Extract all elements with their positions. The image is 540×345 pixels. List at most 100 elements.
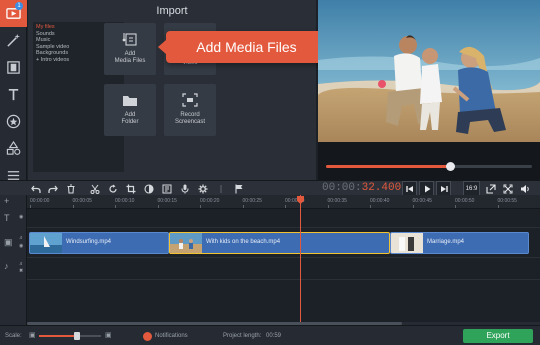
left-toolbar: 1	[0, 0, 27, 180]
music-track-lock-icon[interactable]: ✖	[19, 268, 23, 274]
fullscreen-icon	[503, 184, 512, 193]
ruler-tick-label: 00:00:25	[242, 198, 262, 204]
notifications-label: Notifications	[155, 333, 188, 339]
folder-icon	[123, 96, 137, 106]
play-button[interactable]	[419, 181, 434, 196]
notification-alert-icon	[143, 331, 152, 341]
ruler-tick	[72, 205, 74, 208]
export-button[interactable]: Export	[463, 329, 533, 343]
record-screencast-button[interactable]: Record Screencast	[164, 84, 216, 136]
timeline-track-controls: + T ◉ ▣ ♬ ◉ ♪ ♬ ✖	[0, 195, 27, 325]
color-adjust-button[interactable]	[141, 181, 156, 196]
ruler-tick	[455, 205, 456, 208]
playback-progress-knob[interactable]	[445, 162, 455, 171]
timeline-clip-beach[interactable]: With kids on the beach.mp4	[169, 232, 390, 254]
volume-icon	[520, 184, 529, 193]
preview-video	[318, 0, 540, 142]
clip-name-marriage: Marriage.mp4	[427, 239, 465, 245]
cut-button[interactable]	[87, 181, 102, 196]
ruler-tick-label: 00:00:50	[455, 198, 475, 204]
crop-icon	[126, 184, 135, 193]
settings-button[interactable]	[195, 181, 210, 196]
ruler-tick-label: 00:00:05	[72, 198, 92, 204]
callouts-tool-button[interactable]	[0, 135, 27, 162]
clip-properties-button[interactable]	[159, 181, 174, 196]
delete-button[interactable]	[63, 181, 78, 196]
ruler-tick	[157, 205, 159, 208]
titles-tool-button[interactable]	[0, 81, 27, 108]
stickers-tool-button[interactable]	[0, 108, 27, 135]
fullscreen-button[interactable]	[500, 181, 515, 196]
audio-track-divider	[27, 279, 540, 280]
ruler-tick-label: 00:00:00	[30, 198, 50, 204]
detach-player-button[interactable]	[483, 181, 498, 196]
ruler-tick	[370, 205, 371, 208]
beach-family-preview-image	[318, 0, 540, 142]
project-length-label: Project length:	[223, 333, 262, 339]
redo-icon	[47, 185, 58, 193]
cut-icon	[90, 184, 99, 194]
timeline-playhead[interactable]	[300, 195, 301, 325]
zoom-in-icon[interactable]: ▣	[105, 331, 112, 339]
skip-forward-button[interactable]	[436, 181, 451, 196]
import-title: Import	[156, 5, 188, 17]
record-audio-button[interactable]	[177, 181, 192, 196]
zoom-out-icon[interactable]: ▣	[29, 331, 36, 339]
crop-button[interactable]	[123, 181, 138, 196]
ruler-tick-label: 00:00:40	[370, 198, 390, 204]
volume-button[interactable]	[517, 181, 532, 196]
scale-slider-knob[interactable]	[74, 332, 81, 340]
rotate-button[interactable]	[105, 181, 120, 196]
color-adjust-icon	[143, 183, 154, 194]
undo-icon	[30, 185, 41, 193]
skip-back-button[interactable]	[402, 181, 417, 196]
separator-line	[213, 181, 228, 196]
timeline-clip-windsurfing[interactable]: Windsurfing.mp4	[29, 232, 169, 254]
add-folder-label: Add Folder	[121, 112, 139, 125]
video-track-mute-icon[interactable]: ♬	[19, 235, 24, 241]
ruler-tick-label: 00:00:10	[115, 198, 135, 204]
aspect-ratio-button[interactable]: 16:9	[463, 181, 480, 196]
timecode-display: 00:00:32.400	[322, 181, 401, 196]
skip-back-icon	[405, 185, 413, 192]
timeline-clip-marriage[interactable]: Marriage.mp4	[390, 232, 529, 254]
add-marker-button[interactable]	[231, 181, 246, 196]
filters-tool-button[interactable]	[0, 27, 27, 54]
video-track-visibility-icon[interactable]: ◉	[19, 243, 23, 249]
media-info-icon	[162, 184, 171, 193]
music-track-icon: ♪	[4, 261, 9, 271]
status-bar: Scale: ▣ ▣ Notifications Project length:…	[0, 325, 540, 345]
scale-label: Scale:	[5, 333, 22, 339]
ruler-tick	[497, 205, 499, 208]
add-folder-button[interactable]: Add Folder	[104, 84, 156, 136]
transitions-tool-button[interactable]	[0, 54, 27, 81]
ruler-tick	[30, 205, 31, 208]
text-track-visibility-icon[interactable]: ◉	[19, 214, 23, 220]
microphone-icon	[181, 184, 188, 193]
scale-slider[interactable]	[39, 332, 101, 340]
edit-toolbar: 00:00:32.400 16:9	[0, 180, 540, 196]
notification-badge: 1	[15, 2, 23, 10]
skip-forward-icon	[440, 185, 448, 192]
redo-button[interactable]	[45, 181, 60, 196]
windsurfing-thumbnail	[30, 233, 62, 253]
clip-name-beach: With kids on the beach.mp4	[206, 239, 281, 245]
add-track-icon[interactable]: +	[4, 196, 9, 206]
music-track-mute-icon[interactable]: ♬	[19, 261, 24, 267]
settings-gear-icon	[198, 184, 207, 193]
import-tool-button[interactable]: 1	[0, 0, 27, 27]
ruler-tick	[242, 205, 244, 208]
ruler-tick	[285, 205, 286, 208]
text-track-divider	[27, 227, 540, 228]
add-media-files-button[interactable]: Add Media Files	[104, 23, 156, 75]
timeline-ruler[interactable]: 00:00:00 00:00:05 00:00:10 00:00:15 00:00:20…	[27, 195, 540, 209]
record-screencast-label: Record Screencast	[174, 112, 205, 125]
marriage-thumbnail	[391, 233, 423, 253]
rotate-icon	[108, 184, 117, 193]
text-tool-icon	[8, 88, 19, 101]
undo-button[interactable]	[28, 181, 43, 196]
add-media-files-label: Add Media Files	[114, 51, 146, 64]
timecode-prefix: 00:00:	[322, 182, 362, 194]
playback-progress[interactable]	[326, 162, 532, 171]
notifications-button[interactable]: Notifications	[143, 331, 188, 341]
